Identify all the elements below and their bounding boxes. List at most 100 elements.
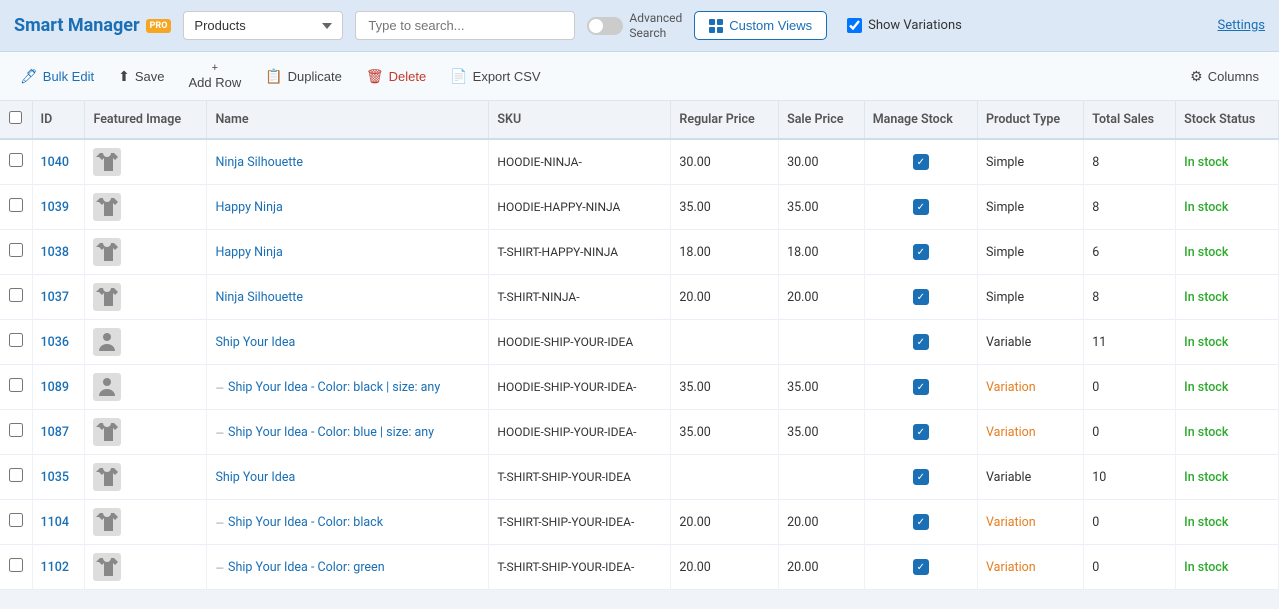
row-name[interactable]: Happy Ninja — [207, 185, 489, 230]
row-name[interactable]: — Ship Your Idea - Color: black — [207, 500, 489, 545]
variation-name[interactable]: Ship Your Idea - Color: black — [228, 515, 383, 530]
row-manage-stock[interactable]: ✓ — [864, 320, 977, 365]
manage-stock-checkbox[interactable]: ✓ — [913, 289, 929, 305]
row-name[interactable]: —Ship Your Idea - Color: black | size: a… — [207, 365, 489, 410]
row-product-type: Variation — [977, 410, 1083, 455]
add-row-button[interactable]: + Add Row — [184, 60, 245, 92]
manage-stock-checkbox[interactable]: ✓ — [913, 154, 929, 170]
row-name[interactable]: Ship Your Idea — [207, 320, 489, 365]
row-name[interactable]: Ship Your Idea — [207, 455, 489, 500]
row-checkbox[interactable] — [9, 468, 23, 482]
export-csv-label: Export CSV — [473, 69, 541, 84]
row-manage-stock[interactable]: ✓ — [864, 275, 977, 320]
row-checkbox[interactable] — [9, 198, 23, 212]
product-thumbnail — [93, 418, 121, 446]
row-sku: HOODIE-HAPPY-NINJA — [489, 185, 671, 230]
row-manage-stock[interactable]: ✓ — [864, 185, 977, 230]
table-row: 1040Ninja SilhouetteHOODIE-NINJA-30.0030… — [0, 139, 1279, 185]
col-sku: SKU — [489, 101, 671, 139]
variation-name[interactable]: Ship Your Idea - Color: green — [228, 560, 385, 575]
table-row: 1104—Ship Your Idea - Color: blackT-SHIR… — [0, 500, 1279, 545]
manage-stock-checkbox[interactable]: ✓ — [913, 244, 929, 260]
product-thumbnail — [93, 508, 121, 536]
col-total-sales: Total Sales — [1084, 101, 1176, 139]
row-stock-status: In stock — [1176, 230, 1279, 275]
variation-dash: — — [215, 517, 224, 530]
variation-dash: — — [215, 562, 224, 575]
row-checkbox[interactable] — [9, 333, 23, 347]
export-icon: 📄 — [450, 68, 467, 85]
row-name[interactable]: Happy Ninja — [207, 230, 489, 275]
col-stock-status: Stock Status — [1176, 101, 1279, 139]
search-input[interactable] — [355, 11, 575, 40]
row-id: 1104 — [32, 500, 85, 545]
save-icon: ⬆ — [118, 68, 130, 85]
row-product-type: Simple — [977, 230, 1083, 275]
delete-icon: 🗑 — [366, 68, 384, 85]
export-csv-button[interactable]: 📄 Export CSV — [446, 66, 544, 87]
advanced-search-label: AdvancedSearch — [629, 11, 682, 40]
row-manage-stock[interactable]: ✓ — [864, 545, 977, 590]
manage-stock-checkbox[interactable]: ✓ — [913, 199, 929, 215]
row-checkbox-cell — [0, 275, 32, 320]
row-image — [85, 545, 207, 590]
product-thumbnail — [93, 553, 121, 581]
manage-stock-checkbox[interactable]: ✓ — [913, 469, 929, 485]
advanced-search-toggle[interactable] — [587, 17, 623, 35]
row-product-type: Simple — [977, 139, 1083, 185]
manage-stock-checkbox[interactable]: ✓ — [913, 379, 929, 395]
row-name[interactable]: Ninja Silhouette — [207, 139, 489, 185]
products-table: ID Featured Image Name SKU Regular Price… — [0, 101, 1279, 590]
row-stock-status: In stock — [1176, 500, 1279, 545]
row-id: 1089 — [32, 365, 85, 410]
manage-stock-checkbox[interactable]: ✓ — [913, 514, 929, 530]
custom-views-icon — [709, 19, 723, 33]
row-sku: T-SHIRT-HAPPY-NINJA — [489, 230, 671, 275]
settings-link[interactable]: Settings — [1218, 18, 1265, 33]
bulk-edit-icon: 🖊 — [20, 68, 38, 85]
entity-dropdown[interactable]: Products Orders Customers Coupons — [183, 11, 343, 40]
custom-views-button[interactable]: Custom Views — [694, 11, 827, 40]
manage-stock-checkbox[interactable]: ✓ — [913, 559, 929, 575]
row-checkbox[interactable] — [9, 558, 23, 572]
select-all-checkbox[interactable] — [9, 111, 22, 124]
variation-name[interactable]: Ship Your Idea - Color: black | size: an… — [228, 380, 440, 395]
row-checkbox-cell — [0, 320, 32, 365]
row-checkbox[interactable] — [9, 288, 23, 302]
row-checkbox[interactable] — [9, 378, 23, 392]
row-name[interactable]: Ninja Silhouette — [207, 275, 489, 320]
bulk-edit-button[interactable]: 🖊 Bulk Edit — [16, 66, 98, 87]
row-sale-price — [779, 455, 865, 500]
row-image — [85, 139, 207, 185]
product-thumbnail — [93, 193, 121, 221]
logo-text: Smart Manager — [14, 15, 140, 36]
row-checkbox[interactable] — [9, 243, 23, 257]
row-image — [85, 230, 207, 275]
row-name[interactable]: — Ship Your Idea - Color: green — [207, 545, 489, 590]
variation-name[interactable]: Ship Your Idea - Color: blue | size: any — [228, 425, 434, 440]
row-manage-stock[interactable]: ✓ — [864, 365, 977, 410]
manage-stock-checkbox[interactable]: ✓ — [913, 424, 929, 440]
row-manage-stock[interactable]: ✓ — [864, 500, 977, 545]
row-checkbox[interactable] — [9, 513, 23, 527]
manage-stock-checkbox[interactable]: ✓ — [913, 334, 929, 350]
show-variations-checkbox[interactable] — [847, 18, 862, 33]
row-manage-stock[interactable]: ✓ — [864, 139, 977, 185]
row-checkbox[interactable] — [9, 423, 23, 437]
delete-button[interactable]: 🗑 Delete — [362, 66, 430, 87]
columns-button[interactable]: ⚙ Columns — [1186, 66, 1263, 87]
row-id: 1038 — [32, 230, 85, 275]
duplicate-button[interactable]: 📋 Duplicate — [261, 66, 346, 87]
select-all-header[interactable] — [0, 101, 32, 139]
row-manage-stock[interactable]: ✓ — [864, 455, 977, 500]
products-table-container: ID Featured Image Name SKU Regular Price… — [0, 101, 1279, 590]
row-regular-price: 20.00 — [671, 500, 779, 545]
save-button[interactable]: ⬆ Save — [114, 66, 168, 87]
row-total-sales: 0 — [1084, 410, 1176, 455]
row-manage-stock[interactable]: ✓ — [864, 410, 977, 455]
row-manage-stock[interactable]: ✓ — [864, 230, 977, 275]
row-name[interactable]: —Ship Your Idea - Color: blue | size: an… — [207, 410, 489, 455]
duplicate-icon: 📋 — [265, 68, 282, 85]
row-total-sales: 11 — [1084, 320, 1176, 365]
row-checkbox[interactable] — [9, 153, 23, 167]
